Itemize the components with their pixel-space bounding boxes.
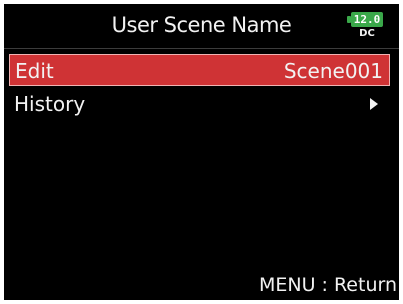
return-hint: MENU : Return	[258, 274, 397, 296]
title-bar: User Scene Name 12.0 DC	[4, 4, 399, 49]
battery-voltage: 12.0	[351, 12, 383, 27]
menu-item-history[interactable]: History	[9, 88, 390, 120]
menu-item-edit[interactable]: Edit Scene001	[9, 54, 390, 86]
scene-name-value: Scene001	[283, 59, 383, 83]
menu-item-label: History	[14, 92, 86, 116]
menu-item-label: Edit	[15, 59, 54, 83]
power-source-label: DC	[359, 28, 375, 39]
battery-indicator: 12.0 DC	[345, 12, 389, 44]
screen-title: User Scene Name	[111, 13, 292, 37]
device-screen: User Scene Name 12.0 DC Edit Scene001 Hi…	[4, 4, 399, 300]
triangle-right-icon	[370, 98, 378, 110]
